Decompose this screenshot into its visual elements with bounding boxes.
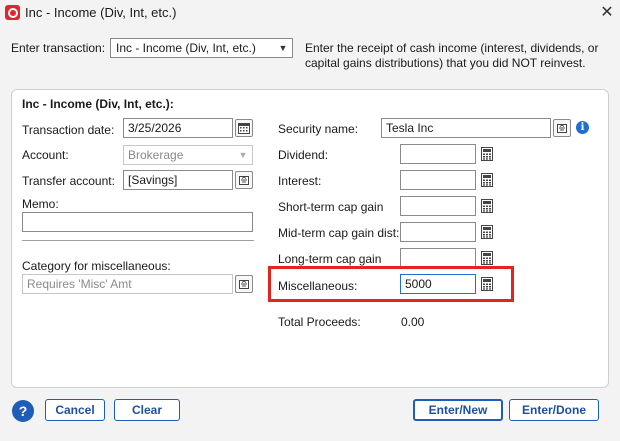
mid-term-label: Mid-term cap gain dist: xyxy=(278,226,400,240)
calculator-icon[interactable] xyxy=(478,171,496,189)
chevron-down-icon[interactable]: ▼ xyxy=(274,39,292,57)
list-picker-icon[interactable] xyxy=(553,119,571,137)
calculator-icon[interactable] xyxy=(478,249,496,267)
short-term-field[interactable] xyxy=(400,196,476,216)
enter-done-button[interactable]: Enter/Done xyxy=(509,399,599,421)
calendar-icon[interactable] xyxy=(235,119,253,137)
dividend-label: Dividend: xyxy=(278,148,329,162)
category-field[interactable]: Requires 'Misc' Amt xyxy=(22,274,233,294)
list-picker-icon[interactable] xyxy=(235,275,253,293)
transaction-type-value: Inc - Income (Div, Int, etc.) xyxy=(116,41,256,55)
transaction-date-label: Transaction date: xyxy=(22,123,115,137)
transfer-account-field[interactable]: [Savings] xyxy=(123,170,233,190)
chevron-down-icon: ▼ xyxy=(238,150,248,160)
mid-term-field[interactable] xyxy=(400,222,476,242)
calculator-icon[interactable] xyxy=(478,145,496,163)
enter-transaction-label: Enter transaction: xyxy=(11,41,106,55)
calculator-icon[interactable] xyxy=(478,197,496,215)
security-name-field[interactable]: Tesla Inc xyxy=(381,118,551,138)
account-label: Account: xyxy=(22,148,69,162)
account-select: Brokerage ▼ xyxy=(123,145,253,165)
memo-field[interactable] xyxy=(22,212,253,232)
dividend-field[interactable] xyxy=(400,144,476,164)
transaction-date-field[interactable]: 3/25/2026 xyxy=(123,118,233,138)
category-label: Category for miscellaneous: xyxy=(22,259,171,273)
info-icon[interactable]: i xyxy=(576,121,589,134)
app-icon xyxy=(5,5,20,20)
short-term-label: Short-term cap gain xyxy=(278,200,384,214)
interest-label: Interest: xyxy=(278,174,322,188)
enter-new-button[interactable]: Enter/New xyxy=(413,399,503,421)
close-icon[interactable]: ✕ xyxy=(597,3,617,23)
list-picker-icon[interactable] xyxy=(235,171,253,189)
calculator-icon[interactable] xyxy=(478,223,496,241)
transaction-type-select[interactable]: Inc - Income (Div, Int, etc.) ▼ xyxy=(110,38,293,58)
security-name-label: Security name: xyxy=(278,122,359,136)
memo-label: Memo: xyxy=(22,197,59,211)
help-icon[interactable]: ? xyxy=(12,400,34,422)
divider xyxy=(22,240,254,241)
long-term-field[interactable] xyxy=(400,248,476,268)
long-term-label: Long-term cap gain xyxy=(278,252,382,266)
transaction-description: Enter the receipt of cash income (intere… xyxy=(305,41,599,70)
window-title: Inc - Income (Div, Int, etc.) xyxy=(25,5,177,20)
highlight-box xyxy=(268,266,514,302)
interest-field[interactable] xyxy=(400,170,476,190)
panel-heading: Inc - Income (Div, Int, etc.): xyxy=(22,97,174,111)
total-proceeds-value: 0.00 xyxy=(401,315,425,329)
total-proceeds-label: Total Proceeds: xyxy=(278,315,361,329)
transfer-account-label: Transfer account: xyxy=(22,174,115,188)
cancel-button[interactable]: Cancel xyxy=(45,399,105,421)
account-value: Brokerage xyxy=(128,148,184,162)
clear-button[interactable]: Clear xyxy=(114,399,180,421)
